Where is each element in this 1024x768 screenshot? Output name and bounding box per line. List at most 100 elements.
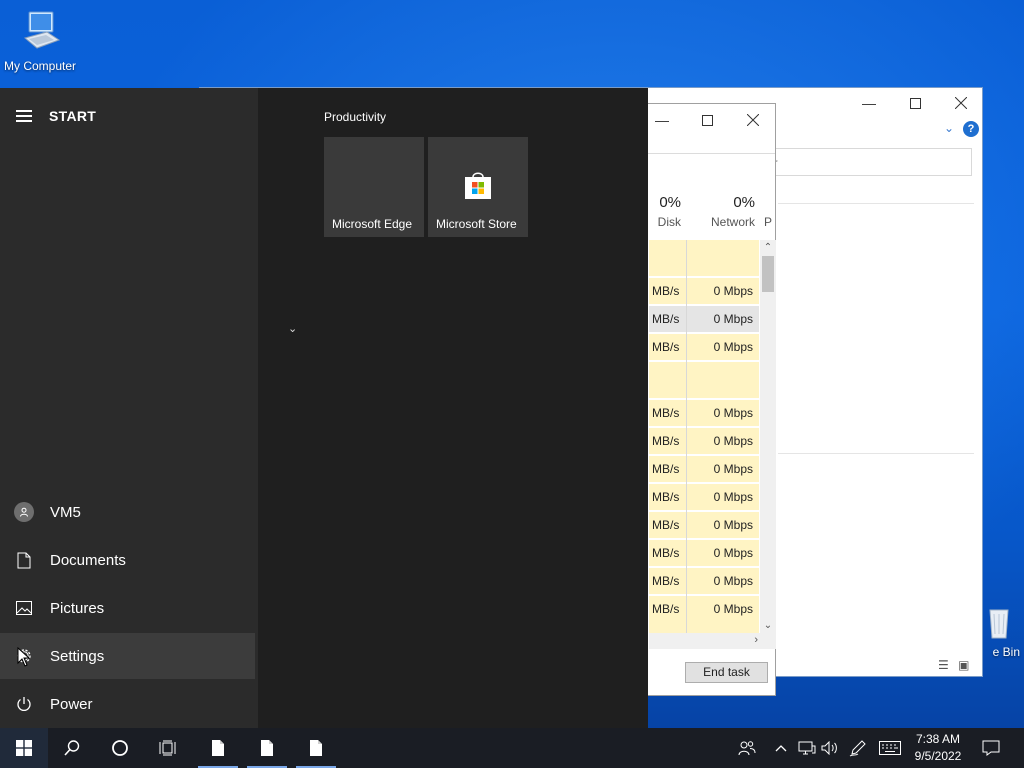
tile-microsoft-store[interactable]: Microsoft Store (428, 137, 528, 237)
network-icon (798, 741, 816, 755)
maximize-button[interactable] (684, 105, 730, 135)
disk-value: MB/s (652, 546, 680, 560)
table-row[interactable]: MB/s 0 Mbps (649, 568, 759, 594)
desktop-icon-label: My Computer (3, 59, 77, 73)
touch-keyboard-button[interactable] (876, 728, 904, 768)
tile-group-title[interactable]: Productivity (324, 110, 386, 124)
search-input[interactable]: er (760, 148, 972, 176)
network-value: 0 Mbps (713, 518, 753, 532)
start-item-documents[interactable]: Documents (0, 537, 255, 583)
taskbar-app-3[interactable] (292, 728, 340, 768)
table-row[interactable] (649, 362, 759, 398)
user-icon (20, 507, 28, 517)
network-column-header[interactable]: 0% Network (693, 194, 755, 229)
power-column-header[interactable]: P (764, 194, 776, 229)
network-value: 0 Mbps (713, 574, 753, 588)
pen-workspace-button[interactable] (846, 728, 870, 768)
people-icon (738, 741, 756, 756)
start-item-power[interactable]: Power (0, 681, 255, 727)
hamburger-menu-icon[interactable] (16, 110, 32, 122)
table-row[interactable]: MB/s 0 Mbps (649, 334, 759, 360)
start-item-label: Pictures (50, 599, 105, 617)
network-button[interactable] (796, 728, 818, 768)
network-column-label: Network (710, 215, 755, 229)
scroll-down-icon[interactable]: ⌄ (760, 620, 776, 631)
vertical-scrollbar[interactable]: ⌃ ⌄ (760, 240, 776, 633)
user-account-item[interactable]: VM5 (0, 489, 255, 535)
task-view-icon (159, 740, 176, 756)
network-value: 0 Mbps (713, 340, 753, 354)
recycle-bin-desktop-icon[interactable]: e Bin (960, 604, 1024, 659)
taskbar-app-1[interactable] (194, 728, 242, 768)
user-name: VM5 (50, 503, 81, 521)
details-view-icon[interactable]: ☰ (938, 658, 949, 672)
volume-button[interactable] (820, 728, 840, 768)
network-value: 0 Mbps (713, 312, 753, 326)
chevron-down-icon[interactable]: ⌄ (944, 121, 954, 135)
process-list[interactable]: MB/s 0 Mbps MB/s 0 Mbps MB/s 0 Mbps MB/s 0 M… (649, 240, 759, 633)
table-row[interactable]: MB/s 0 Mbps (649, 278, 759, 304)
recycle-bin-icon (989, 609, 1009, 639)
computer-icon (23, 11, 61, 49)
divider (778, 453, 974, 454)
maximize-button[interactable] (892, 88, 938, 118)
disk-column-header[interactable]: 0% Disk (651, 194, 681, 229)
tile-label: Microsoft Store (436, 217, 517, 231)
table-row[interactable]: MB/s 0 Mbps (649, 512, 759, 538)
taskbar-app-2[interactable] (243, 728, 291, 768)
show-hidden-icons-button[interactable] (772, 728, 790, 768)
tile-label: Microsoft Edge (332, 217, 413, 231)
network-value: 0 Mbps (713, 602, 753, 616)
network-value: 0 Mbps (713, 406, 753, 420)
disk-value: MB/s (652, 406, 680, 420)
close-icon (955, 97, 967, 109)
end-task-button[interactable]: End task (685, 662, 768, 683)
power-percent (764, 194, 776, 211)
large-icons-view-icon[interactable]: ▣ (958, 658, 969, 672)
minimize-button[interactable]: — (846, 88, 892, 118)
power-column-label: P (764, 215, 773, 229)
scroll-right-icon[interactable]: › (754, 634, 758, 646)
table-row[interactable]: MB/s 0 Mbps (649, 484, 759, 510)
network-value: 0 Mbps (713, 546, 753, 560)
disk-value: MB/s (652, 462, 680, 476)
start-header: START (16, 108, 96, 124)
table-row[interactable]: MB/s 0 Mbps (649, 306, 759, 332)
task-view-button[interactable] (144, 728, 192, 768)
disk-percent: 0% (659, 194, 681, 211)
close-button[interactable] (938, 88, 984, 118)
horizontal-scrollbar[interactable]: › (649, 633, 776, 649)
action-center-button[interactable] (978, 728, 1004, 768)
document-icon (310, 740, 322, 756)
start-item-label: Settings (50, 647, 105, 665)
column-divider (686, 240, 687, 633)
my-computer-desktop-icon[interactable]: My Computer (0, 8, 80, 73)
start-item-pictures[interactable]: Pictures (0, 585, 255, 631)
tile-microsoft-edge[interactable]: Microsoft Edge (324, 137, 424, 237)
view-buttons[interactable]: ☰ ▣ (938, 658, 969, 672)
disk-value: MB/s (652, 312, 680, 326)
chevron-down-icon[interactable]: ⌄ (288, 322, 297, 335)
clock[interactable]: 7:38 AM 9/5/2022 (906, 731, 970, 765)
scroll-up-icon[interactable]: ⌃ (760, 242, 776, 253)
start-button[interactable] (0, 728, 48, 768)
table-row[interactable]: MB/s 0 Mbps (649, 456, 759, 482)
windows-logo-icon (16, 740, 32, 756)
power-icon (17, 697, 31, 711)
table-row[interactable]: MB/s 0 Mbps (649, 400, 759, 426)
table-row[interactable]: MB/s 0 Mbps (649, 596, 759, 633)
search-button[interactable] (48, 728, 96, 768)
table-row[interactable] (649, 240, 759, 276)
table-row[interactable]: MB/s 0 Mbps (649, 428, 759, 454)
scrollbar-thumb[interactable] (762, 256, 774, 292)
network-value: 0 Mbps (713, 490, 753, 504)
table-row[interactable]: MB/s 0 Mbps (649, 540, 759, 566)
disk-value: MB/s (652, 574, 680, 588)
start-item-settings[interactable]: Settings (0, 633, 255, 679)
cortana-button[interactable] (96, 728, 144, 768)
people-button[interactable] (734, 728, 760, 768)
close-button[interactable] (730, 105, 776, 135)
pen-icon (849, 740, 866, 757)
cortana-icon (112, 740, 128, 756)
help-button[interactable]: ? (963, 121, 979, 137)
